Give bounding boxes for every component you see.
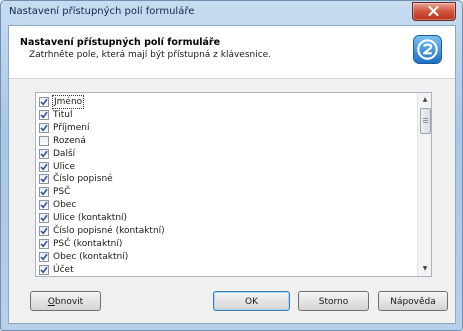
checklist-item-label: Titul — [53, 109, 73, 120]
refresh-label: bnovit — [54, 297, 84, 307]
checkbox-checked[interactable] — [39, 187, 49, 198]
checkbox-checked[interactable] — [39, 174, 49, 185]
checkmark-icon — [40, 124, 48, 132]
scrollbar-thumb[interactable] — [420, 108, 431, 134]
checklist-item[interactable]: Ulice — [36, 161, 416, 173]
window-title: Nastavení přístupných polí formuláře — [9, 6, 195, 17]
checklist-item[interactable]: Účet — [36, 264, 416, 276]
checkmark-icon — [40, 253, 48, 261]
ok-button[interactable]: OK — [213, 291, 290, 311]
scroll-down-arrow-icon[interactable]: ▼ — [418, 262, 431, 276]
checkmark-icon — [40, 227, 48, 235]
checklist-item-label: Příjmení — [53, 122, 90, 133]
checklist-item[interactable]: Obec — [36, 199, 416, 211]
checkbox-checked[interactable] — [39, 161, 49, 172]
checkmark-icon — [40, 150, 48, 158]
close-x-icon — [428, 6, 439, 16]
title-bar[interactable]: Nastavení přístupných polí formuláře — [1, 1, 462, 25]
app-logo-icon — [413, 35, 442, 64]
checklist-item-label: Obec (kontaktní) — [53, 251, 129, 262]
header-subtitle: Zatrhněte pole, která mají být přístupná… — [29, 50, 272, 60]
checkmark-icon — [40, 214, 48, 222]
checklist-item-label: Další — [53, 148, 76, 159]
checkmark-icon — [40, 266, 48, 274]
checkbox-checked[interactable] — [39, 238, 49, 249]
header-title: Nastavení přístupných polí formuláře — [20, 37, 221, 48]
checkbox-checked[interactable] — [39, 97, 49, 107]
refresh-mnemonic: O — [47, 297, 55, 307]
cancel-button[interactable]: Storno — [298, 291, 369, 311]
checklist-item-label: Ulice (kontaktní) — [53, 213, 128, 224]
checklist-item-label: Číslo popisné (kontaktní) — [53, 226, 165, 236]
checklist-item[interactable]: Číslo popisné (kontaktní) — [36, 225, 416, 237]
checkbox-checked[interactable] — [39, 251, 49, 262]
checkmark-icon — [40, 176, 48, 183]
checklist-item[interactable]: Jméno — [36, 95, 416, 109]
checkbox-checked[interactable] — [39, 122, 49, 133]
checklist-item[interactable]: PSČ — [36, 186, 416, 198]
checkmark-icon — [40, 98, 48, 106]
checklist-item-label: Číslo popisné — [53, 174, 113, 185]
field-checklist[interactable]: Jméno Titul Příjmení Rozená Další Ulice Číslo … — [35, 92, 432, 277]
dialog-window: Nastavení přístupných polí formuláře Nas… — [0, 0, 463, 331]
vertical-scrollbar[interactable]: ▲ ▼ — [417, 93, 431, 276]
checklist-item-label: Ulice — [53, 161, 76, 172]
checklist-item[interactable]: Číslo popisné — [36, 173, 416, 185]
checklist-item[interactable]: Ulice (kontaktní) — [36, 212, 416, 224]
close-button[interactable] — [412, 2, 456, 21]
checklist-item-label: Účet — [53, 264, 74, 275]
checkbox-checked[interactable] — [39, 148, 49, 159]
checklist-item[interactable]: Titul — [36, 109, 416, 121]
help-button[interactable]: Nápověda — [378, 291, 448, 311]
checkmark-icon — [40, 189, 48, 196]
checkmark-icon — [40, 201, 48, 209]
checklist-item-label: PSČ — [53, 187, 71, 198]
checklist-item-label: Rozená — [53, 135, 86, 146]
checkmark-icon — [40, 163, 48, 171]
checkbox-unchecked[interactable] — [39, 135, 49, 146]
refresh-button[interactable]: Obnovit — [30, 291, 101, 311]
checkbox-checked[interactable] — [39, 264, 49, 275]
checklist-item-label: PSČ (kontaktní) — [53, 238, 123, 249]
checklist-item-label: Jméno — [51, 95, 85, 109]
checklist-item[interactable]: Rozená — [36, 135, 416, 147]
scroll-up-arrow-icon[interactable]: ▲ — [418, 93, 431, 107]
checkbox-checked[interactable] — [39, 226, 49, 236]
checklist-item-label: Obec — [53, 200, 77, 211]
thumb-grip — [423, 122, 428, 123]
checklist-item[interactable]: Obec (kontaktní) — [36, 251, 416, 263]
checkbox-checked[interactable] — [39, 109, 49, 120]
checkmark-icon — [40, 111, 48, 119]
checklist-item[interactable]: Příjmení — [36, 122, 416, 134]
thumb-grip — [423, 120, 428, 121]
checkbox-checked[interactable] — [39, 200, 49, 211]
checklist-item[interactable]: PSČ (kontaktní) — [36, 238, 416, 250]
checklist-items: Jméno Titul Příjmení Rozená Další Ulice Číslo … — [36, 93, 416, 276]
dialog-client-area: Nastavení přístupných polí formuláře Zat… — [8, 25, 456, 324]
checklist-item[interactable]: Další — [36, 148, 416, 160]
dialog-header: Nastavení přístupných polí formuláře Zat… — [9, 26, 455, 79]
checkbox-checked[interactable] — [39, 213, 49, 224]
checkmark-icon — [40, 240, 48, 248]
thumb-grip — [423, 118, 428, 119]
